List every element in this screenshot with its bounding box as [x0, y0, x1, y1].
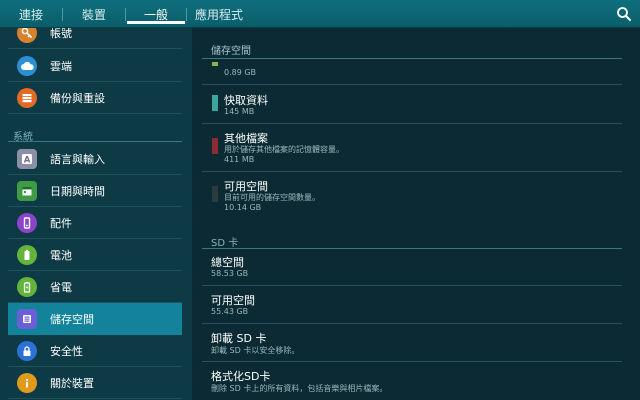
row-divider [202, 84, 622, 85]
sidebar-item-date-time[interactable]: 日期與時間 [8, 175, 182, 207]
battery-icon [17, 244, 37, 265]
sidebar-item-label: 雲端 [50, 59, 72, 73]
sidebar-item-label: 安全性 [50, 344, 83, 358]
usage-color-swatch [212, 62, 218, 66]
sidebar-item-label: 省電 [50, 280, 72, 294]
sidebar-item-about-device[interactable]: 關於裝置 [8, 367, 182, 399]
row-description: 目前可用的儲存空間數量。 [224, 193, 320, 202]
sidebar-item-backup-reset[interactable]: 備份與重設 [8, 82, 182, 114]
sidebar-item-label: 帳號 [50, 28, 72, 40]
sidebar-item-storage[interactable]: 儲存空間 [8, 303, 182, 335]
row-value: 10.14 GB [224, 203, 262, 212]
row-value: 0.89 GB [224, 68, 257, 77]
format-sd-card-button[interactable]: 格式化SD卡 [211, 368, 270, 384]
sidebar-item-label: 關於裝置 [50, 376, 94, 390]
sidebar-item-label: 備份與重設 [50, 91, 105, 105]
sd-free-space-value: 55.43 GB [211, 307, 249, 316]
cache-color-swatch [212, 95, 218, 111]
sidebar-item-label: 配件 [50, 216, 72, 230]
row-divider [202, 171, 622, 172]
sidebar-item-label: 電池 [50, 248, 72, 262]
sd-total-space-value: 58.53 GB [211, 269, 249, 278]
keyboard-icon: A [17, 148, 37, 169]
sidebar-item-cloud[interactable]: 雲端 [8, 50, 182, 82]
section-divider [8, 141, 182, 142]
unmount-sd-card-button[interactable]: 卸載 SD 卡 [211, 330, 266, 346]
row-description: 用於儲存其他檔案的記憶體容量。 [224, 145, 344, 154]
sidebar-item-accessories[interactable]: 配件 [8, 207, 182, 239]
sidebar-item-language-input[interactable]: A 語言與輸入 [8, 143, 182, 175]
title-divider [202, 58, 622, 59]
row-value: 411 MB [224, 155, 255, 164]
free-space-color-swatch [212, 186, 218, 202]
settings-sidebar: 帳號 雲端 備份與重設 系統 A 語言與輸入 日期與時間 配件 電池 省電 儲存… [0, 28, 192, 400]
tab-device[interactable]: 裝置 [63, 0, 125, 28]
search-icon[interactable] [616, 6, 632, 22]
sidebar-item-label: 語言與輸入 [50, 152, 105, 166]
sidebar-item-label: 儲存空間 [50, 312, 94, 326]
tab-connections[interactable]: 連接 [0, 0, 62, 28]
backup-icon [17, 87, 37, 108]
sidebar-item-battery[interactable]: 電池 [8, 239, 182, 271]
key-icon [17, 28, 37, 43]
top-tab-bar: 連接 裝置 一般 應用程式 [0, 0, 640, 28]
format-sd-card-description: 刪除 SD 卡上的所有資料，包括音樂與相片檔案。 [211, 384, 388, 393]
row-divider [202, 361, 622, 362]
power-saving-icon [17, 276, 37, 297]
storage-panel: 儲存空間 0.89 GB 快取資料 145 MB 其他檔案 用於儲存其他檔案的記… [192, 28, 640, 400]
row-title[interactable]: 快取資料 [224, 92, 268, 108]
sidebar-item-label: 日期與時間 [50, 184, 105, 198]
sd-total-space-title: 總空間 [211, 256, 244, 269]
sd-free-space-title: 可用空間 [211, 294, 255, 307]
row-divider [202, 123, 622, 124]
lock-icon [17, 340, 37, 361]
svg-text:A: A [24, 155, 31, 165]
calendar-icon [17, 180, 37, 201]
section-header-sd-card: SD 卡 [211, 238, 239, 249]
row-value: 145 MB [224, 107, 255, 116]
row-divider [202, 323, 622, 324]
accessory-icon [17, 212, 37, 233]
storage-icon [17, 308, 37, 329]
unmount-sd-card-description: 卸載 SD 卡以安全移除。 [211, 346, 300, 355]
row-divider [202, 285, 622, 286]
page-title: 儲存空間 [211, 46, 251, 57]
sidebar-item-accounts[interactable]: 帳號 [8, 28, 182, 49]
active-tab-indicator [127, 21, 185, 24]
tab-applications[interactable]: 應用程式 [187, 0, 251, 28]
cloud-icon [17, 55, 37, 76]
sidebar-item-power-saving[interactable]: 省電 [8, 271, 182, 303]
info-icon [17, 372, 37, 393]
section-divider [202, 248, 622, 249]
sidebar-item-security[interactable]: 安全性 [8, 335, 182, 367]
other-files-color-swatch [212, 138, 218, 154]
